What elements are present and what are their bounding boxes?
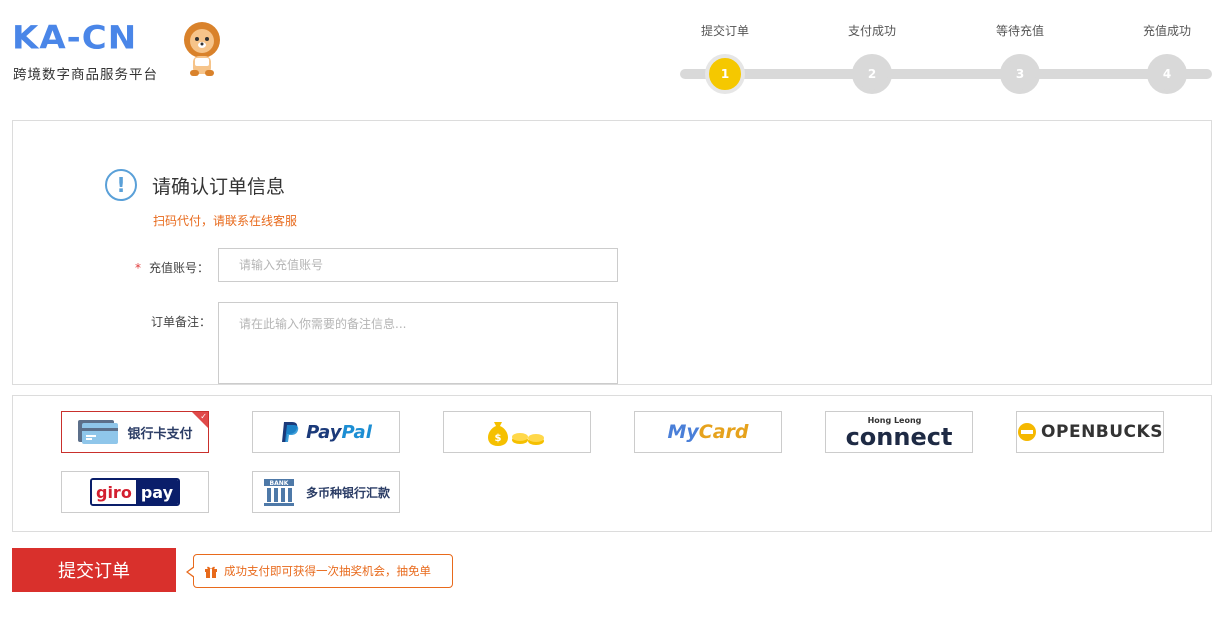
logo-subtitle: 跨境数字商品服务平台 <box>13 67 158 83</box>
step-number: 1 <box>705 54 745 94</box>
openbucks-label: OPENBUCKS <box>1041 422 1163 442</box>
svg-text:BANK: BANK <box>270 480 289 487</box>
step-1: 提交订单 1 <box>675 18 775 94</box>
order-info-panel: ! 请确认订单信息 扫码代付，请联系在线客服 * 充值账号： 订单备注： <box>12 120 1212 385</box>
connect-label: connect <box>845 422 953 451</box>
svg-text:$: $ <box>495 433 502 444</box>
payment-coins[interactable]: $ <box>443 411 591 453</box>
payment-bank-card[interactable]: 银行卡支付 ✓ <box>61 411 209 453</box>
step-number: 4 <box>1147 54 1187 94</box>
payment-hongleong-connect[interactable]: Hong Leong connect <box>825 411 973 453</box>
giro-label: giro <box>91 480 136 504</box>
paypal-pal: Pal <box>341 421 372 443</box>
site-logo[interactable]: KA-CN 跨境数字商品服务平台 <box>12 18 227 84</box>
step-number: 3 <box>1000 54 1040 94</box>
step-label: 等待充值 <box>995 24 1044 38</box>
payment-bank-wire[interactable]: BANK 多币种银行汇款 <box>252 471 400 513</box>
step-label: 充值成功 <box>1142 24 1191 38</box>
step-3: 等待充值 3 <box>970 18 1070 94</box>
order-progress-steps: 提交订单 1 支付成功 2 等待充值 3 充值成功 4 <box>680 18 1212 98</box>
check-icon: ✓ <box>200 412 207 421</box>
order-warning: 扫码代付，请联系在线客服 <box>153 214 298 228</box>
giropay-logo: giro pay <box>89 478 180 506</box>
promo-text: 成功支付即可获得一次抽奖机会，抽免单 <box>224 564 431 578</box>
step-2: 支付成功 2 <box>822 18 922 94</box>
bank-card-icon <box>78 420 119 444</box>
bank-wire-label: 多币种银行汇款 <box>305 485 390 500</box>
submit-order-button[interactable]: 提交订单 <box>12 548 176 592</box>
account-input[interactable] <box>218 248 618 282</box>
step-label: 提交订单 <box>700 24 749 38</box>
payment-mycard[interactable]: MyCard <box>634 411 782 453</box>
openbucks-logo-icon <box>1018 423 1037 441</box>
note-label: 订单备注： <box>151 315 212 329</box>
bank-building-icon: BANK <box>263 479 294 506</box>
payment-paypal[interactable]: PayPal <box>252 411 400 453</box>
paypal-wordmark: PayPal <box>306 422 372 443</box>
paypal-pay: Pay <box>306 421 342 443</box>
account-label-text: 充值账号： <box>149 261 210 275</box>
pay-label: pay <box>135 480 178 504</box>
connect-logo: Hong Leong connect <box>846 416 953 449</box>
lottery-promo-tooltip: 成功支付即可获得一次抽奖机会，抽免单 <box>186 554 453 588</box>
mycard-card: Card <box>698 421 749 443</box>
exclamation-icon: ! <box>105 169 137 201</box>
payment-openbucks[interactable]: OPENBUCKS <box>1016 411 1164 453</box>
order-title: 请确认订单信息 <box>152 176 286 198</box>
mycard-my: My <box>667 421 699 443</box>
bank-card-label: 银行卡支付 <box>127 426 193 442</box>
money-bag-icon: $ <box>488 422 544 446</box>
step-number: 2 <box>852 54 892 94</box>
note-textarea[interactable] <box>218 302 618 384</box>
payment-methods-panel: 银行卡支付 ✓ PayPal $ MyCard Hong Leong conne… <box>12 395 1212 532</box>
payment-giropay[interactable]: giro pay <box>61 471 209 513</box>
lion-mascot-icon <box>184 22 220 76</box>
step-4: 充值成功 4 <box>1117 18 1217 94</box>
step-label: 支付成功 <box>847 24 896 38</box>
steps-track <box>680 69 1212 79</box>
gift-icon <box>204 564 218 578</box>
logo-text: KA-CN <box>12 19 138 57</box>
paypal-logo-icon <box>282 422 299 442</box>
account-label: * 充值账号： <box>135 259 209 276</box>
mycard-wordmark: MyCard <box>667 421 748 443</box>
required-mark: * <box>135 261 141 275</box>
